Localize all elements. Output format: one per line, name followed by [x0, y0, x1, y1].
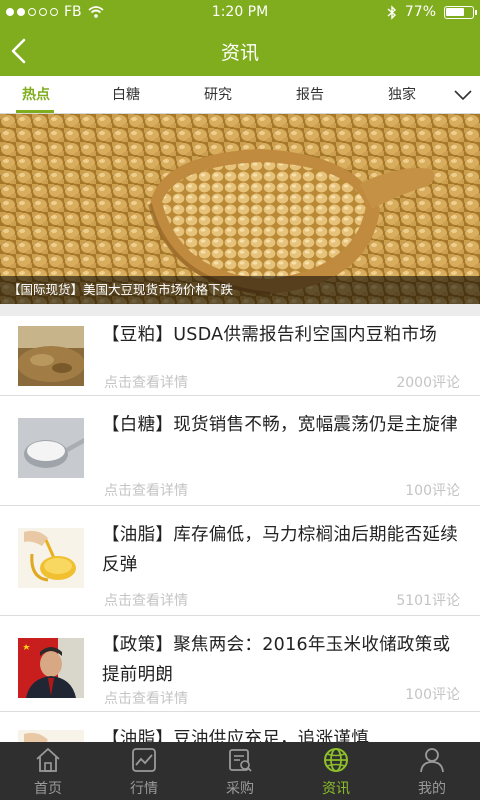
bottom-tab-purchase[interactable]: 采购: [192, 742, 288, 800]
bottom-tab-news[interactable]: 资讯: [288, 742, 384, 800]
nav-bar: 资讯: [0, 26, 480, 76]
tab-exclusive[interactable]: 独家: [374, 76, 430, 114]
news-list: 【豆粕】USDA供需报告利空国内豆粕市场 点击查看详情 2000评论 【白糖】现…: [0, 316, 480, 744]
battery-level: [446, 7, 464, 16]
tab-sugar[interactable]: 白糖: [98, 76, 154, 114]
globe-icon: [324, 748, 348, 772]
bottom-tab-market[interactable]: 行情: [96, 742, 192, 800]
comment-count: 100评论: [405, 483, 460, 499]
news-item[interactable]: 【油脂】库存偏低，马力棕榈油后期能否延续反弹 点击查看详情 5101评论: [0, 506, 480, 616]
news-detail-link[interactable]: 点击查看详情: [104, 372, 188, 392]
news-item[interactable]: 【白糖】现货销售不畅，宽幅震荡仍是主旋律 点击查看详情 100评论: [0, 396, 480, 506]
person-flag-thumbnail: [18, 638, 84, 698]
battery-percent: 77%: [404, 4, 436, 20]
bottom-tab-label: 资讯: [322, 781, 350, 797]
chevron-down-icon[interactable]: [452, 84, 474, 106]
news-title: 【政策】聚焦两会：2016年玉米收储政策或提前明朗: [102, 635, 451, 685]
news-detail-link[interactable]: 点击查看详情: [104, 590, 188, 610]
status-right: 77%: [387, 4, 477, 20]
news-detail-link[interactable]: 点击查看详情: [104, 480, 188, 500]
bottom-tab-home[interactable]: 首页: [0, 742, 96, 800]
news-title: 【豆粕】USDA供需报告利空国内豆粕市场: [102, 325, 438, 345]
news-title: 【白糖】现货销售不畅，宽幅震荡仍是主旋律: [102, 415, 458, 435]
bottom-tab-label: 采购: [226, 781, 254, 797]
comment-count: 2000评论: [396, 375, 460, 391]
battery-icon: [444, 5, 477, 19]
news-title: 【油脂】豆油供应充足，追涨谨慎: [102, 729, 369, 744]
chart-icon: [132, 748, 156, 772]
bottom-tab-label: 我的: [418, 781, 446, 797]
bottom-tab-label: 行情: [130, 781, 158, 797]
tab-hot[interactable]: 热点: [8, 76, 64, 114]
oil-pour-thumbnail: [18, 528, 84, 588]
sugar-spoon-thumbnail: [18, 418, 84, 478]
news-item[interactable]: 【油脂】豆油供应充足，追涨谨慎: [0, 716, 480, 744]
news-item[interactable]: 【豆粕】USDA供需报告利空国内豆粕市场 点击查看详情 2000评论: [0, 316, 480, 396]
tab-report[interactable]: 报告: [282, 76, 338, 114]
news-title: 【油脂】库存偏低，马力棕榈油后期能否延续反弹: [102, 525, 458, 575]
home-icon: [36, 748, 60, 772]
bottom-tab-profile[interactable]: 我的: [384, 742, 480, 800]
bluetooth-icon: [387, 4, 396, 20]
soybean-meal-thumbnail: [18, 326, 84, 386]
news-detail-link[interactable]: 点击查看详情: [104, 688, 188, 708]
comment-count: 100评论: [405, 687, 460, 703]
bottom-tab-label: 首页: [34, 781, 62, 797]
tab-research[interactable]: 研究: [190, 76, 246, 114]
active-tab-indicator: [16, 110, 54, 113]
status-bar: FB 1:20 PM 77%: [0, 0, 480, 26]
category-tabs: 热点 白糖 研究 报告 独家: [0, 76, 480, 114]
banner-caption: 【国际现货】美国大豆现货市场价格下跌: [0, 276, 480, 304]
featured-banner[interactable]: 【国际现货】美国大豆现货市场价格下跌: [0, 114, 480, 304]
bottom-tab-bar: 首页 行情 采购 资讯 我的: [0, 742, 480, 800]
page-title: 资讯: [220, 42, 259, 64]
user-icon: [420, 748, 444, 773]
news-item[interactable]: 【政策】聚焦两会：2016年玉米收储政策或提前明朗 点击查看详情 100评论: [0, 616, 480, 712]
purchase-icon: [229, 749, 252, 772]
comment-count: 5101评论: [396, 593, 460, 609]
